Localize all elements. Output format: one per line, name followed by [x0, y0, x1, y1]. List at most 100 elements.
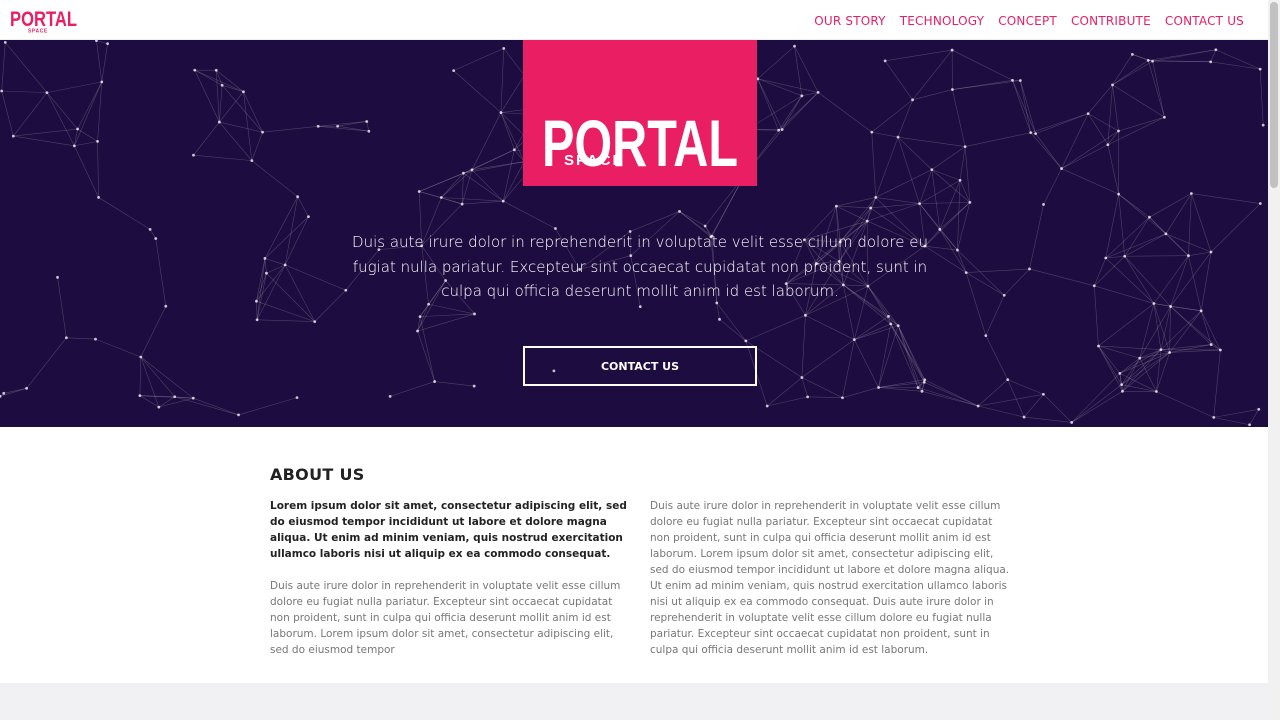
network-link [257, 319, 315, 322]
network-link [1188, 193, 1192, 256]
network-node [1152, 302, 1156, 305]
network-link [1088, 113, 1119, 132]
network-link [74, 141, 98, 147]
network-node [918, 202, 921, 206]
nav-item-technology[interactable]: TECHNOLOGY [900, 14, 984, 28]
scrollbar-thumb[interactable] [1270, 2, 1278, 188]
network-node [1214, 48, 1218, 52]
network-link [140, 356, 160, 408]
network-link [1139, 303, 1155, 359]
network-node [1209, 60, 1213, 64]
network-link [419, 191, 442, 198]
network-link [1213, 417, 1250, 426]
nav-item-concept[interactable]: CONCEPT [998, 14, 1057, 28]
network-link [1043, 394, 1072, 423]
network-link [1061, 144, 1108, 169]
network-link [1188, 255, 1202, 311]
network-link [807, 396, 843, 399]
network-link [5, 42, 48, 93]
network-node [1028, 267, 1031, 271]
network-link [264, 258, 267, 274]
network-node [1120, 383, 1124, 387]
network-link [463, 172, 504, 202]
network-node [889, 322, 893, 326]
page-scrollbar[interactable] [1268, 0, 1280, 720]
network-link [95, 338, 141, 358]
network-node [956, 248, 959, 252]
network-node [1029, 131, 1033, 135]
network-link [1004, 268, 1030, 296]
network-link [193, 154, 252, 161]
network-node [777, 128, 781, 132]
network-link [266, 264, 286, 274]
network-link [500, 112, 515, 150]
network-link [1029, 204, 1044, 270]
network-link [1030, 113, 1089, 133]
network-node [923, 378, 927, 382]
network-node [922, 380, 926, 384]
nav-item-contribute[interactable]: CONTRIBUTE [1071, 14, 1151, 28]
network-node [896, 324, 900, 328]
network-link [1118, 193, 1150, 218]
network-link [931, 169, 961, 181]
network-node [502, 46, 506, 50]
network-node [963, 145, 967, 148]
network-link [1098, 345, 1161, 350]
network-node [1148, 215, 1151, 219]
network-node [499, 111, 503, 114]
network-node [265, 271, 268, 275]
network-node [968, 200, 972, 204]
network-link [139, 357, 142, 396]
network-node [804, 313, 807, 317]
network-link [74, 129, 78, 146]
about-left-column: Lorem ipsum dolor sit amet, consectetur … [270, 498, 632, 658]
network-link [98, 197, 151, 230]
network-node [255, 299, 258, 303]
network-link [1153, 255, 1189, 304]
network-link [284, 216, 309, 266]
network-link [1105, 233, 1166, 259]
network-link [219, 121, 263, 133]
network-link [875, 197, 920, 204]
network-link [417, 330, 435, 382]
network-node [191, 396, 195, 400]
network-link [1170, 306, 1212, 345]
network-node [1258, 67, 1262, 71]
network-link [912, 89, 953, 101]
nav-item-our-story[interactable]: OUR STORY [814, 14, 885, 28]
network-link [1149, 193, 1192, 218]
network-node [896, 135, 900, 139]
network-node [887, 314, 890, 318]
network-node [816, 90, 820, 94]
network-node [1042, 203, 1045, 206]
network-link [1149, 216, 1167, 235]
network-link [801, 377, 808, 397]
network-node [1111, 83, 1114, 87]
network-link [1165, 233, 1189, 256]
network-node [1138, 356, 1142, 360]
network-link [917, 387, 979, 407]
network-node [1034, 132, 1038, 136]
network-node [97, 196, 100, 199]
network-node [1163, 115, 1166, 119]
network-link [101, 43, 108, 82]
nav-item-contact-us[interactable]: CONTACT US [1165, 14, 1244, 28]
network-node [217, 120, 221, 124]
network-link [1098, 345, 1123, 392]
network-link [897, 325, 919, 388]
network-link [194, 69, 244, 92]
network-link [251, 160, 298, 197]
network-link [243, 91, 263, 133]
nav-logo-link[interactable]: PORTAL SPACE [10, 7, 78, 33]
network-link [1139, 306, 1171, 359]
network-node [950, 48, 954, 52]
nav-menu: OUR STORY TECHNOLOGY CONCEPT CONTRIBUTE … [814, 10, 1244, 29]
network-node [367, 129, 371, 133]
hero-contact-button[interactable]: CONTACT US [523, 346, 757, 386]
network-node [1018, 79, 1022, 82]
network-link [1112, 54, 1133, 86]
network-node [307, 215, 310, 219]
network-node [1092, 284, 1096, 288]
network-node [56, 275, 59, 279]
network-link [957, 249, 1005, 296]
